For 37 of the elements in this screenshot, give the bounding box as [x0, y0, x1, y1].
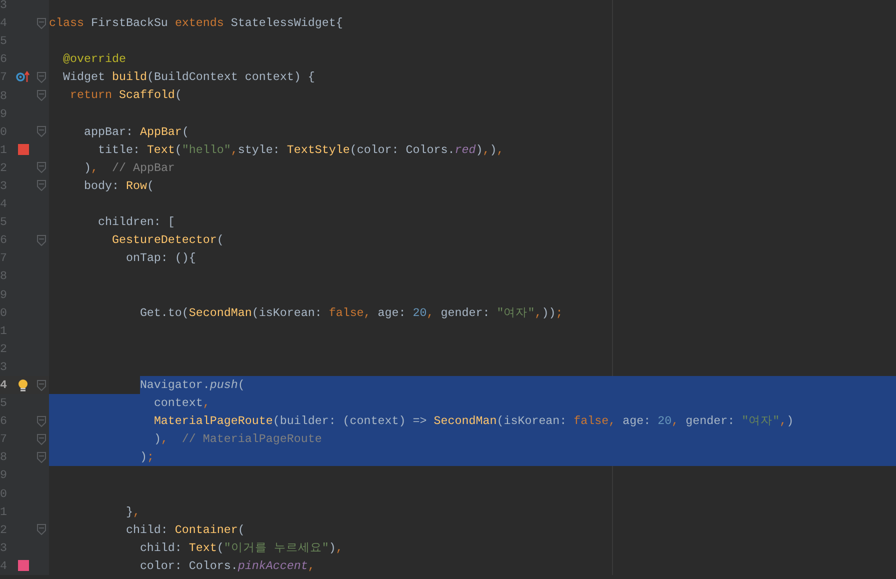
fold-icon[interactable] [37, 90, 46, 102]
color-swatch-icon[interactable] [18, 144, 28, 156]
fold-icon[interactable] [37, 72, 46, 83]
code-line: onTap: (){ [126, 250, 196, 268]
code-line: @override [63, 51, 126, 68]
lightbulb-icon[interactable] [18, 378, 28, 392]
fold-icon[interactable] [37, 434, 46, 445]
code-line: color: Colors.pinkAccent, [140, 558, 315, 575]
code-line: ); [140, 449, 154, 466]
fold-icon[interactable] [37, 162, 46, 174]
color-swatch-icon[interactable] [18, 560, 28, 572]
code-line: children: [ [98, 214, 175, 232]
code-line: }, [126, 504, 140, 521]
code-line: body: Row( [84, 178, 154, 195]
code-line: child: Container( [126, 522, 245, 539]
code-line: ), // AppBar [84, 160, 175, 177]
fold-icon[interactable] [37, 452, 46, 463]
line-number: 4 [0, 378, 8, 392]
fold-icon[interactable] [37, 234, 46, 246]
fold-icon[interactable] [37, 416, 46, 427]
code-line: return Scaffold( [70, 87, 182, 104]
fold-icon[interactable] [37, 180, 46, 192]
code-line: class FirstBackSu extends StatelessWidget{ [49, 15, 343, 32]
code-line: child: Text("이거를 누르세요"), [140, 540, 343, 557]
code-line: context, [154, 395, 210, 412]
fold-icon[interactable] [37, 380, 46, 391]
code-line: title: Text("hello",style: TextStyle(color: Colors.red),), [98, 142, 504, 159]
code-line: GestureDetector( [112, 232, 224, 250]
code-line: Get.to(SecondMan(isKorean: false, age: 20, gender: "여자",)); [140, 304, 563, 322]
code-line: ), // MaterialPageRoute [154, 431, 322, 448]
code-line: Widget build(BuildContext context) { [63, 69, 315, 86]
fold-icon[interactable] [37, 524, 46, 536]
fold-icon[interactable] [37, 18, 46, 29]
code-line: appBar: AppBar( [84, 124, 189, 141]
code-line: MaterialPageRoute(builder: (context) => SecondMan(isKorean: false, age: 20, gender: "여자",) [154, 413, 794, 430]
override-icon[interactable] [16, 71, 30, 84]
fold-icon[interactable] [37, 126, 46, 138]
